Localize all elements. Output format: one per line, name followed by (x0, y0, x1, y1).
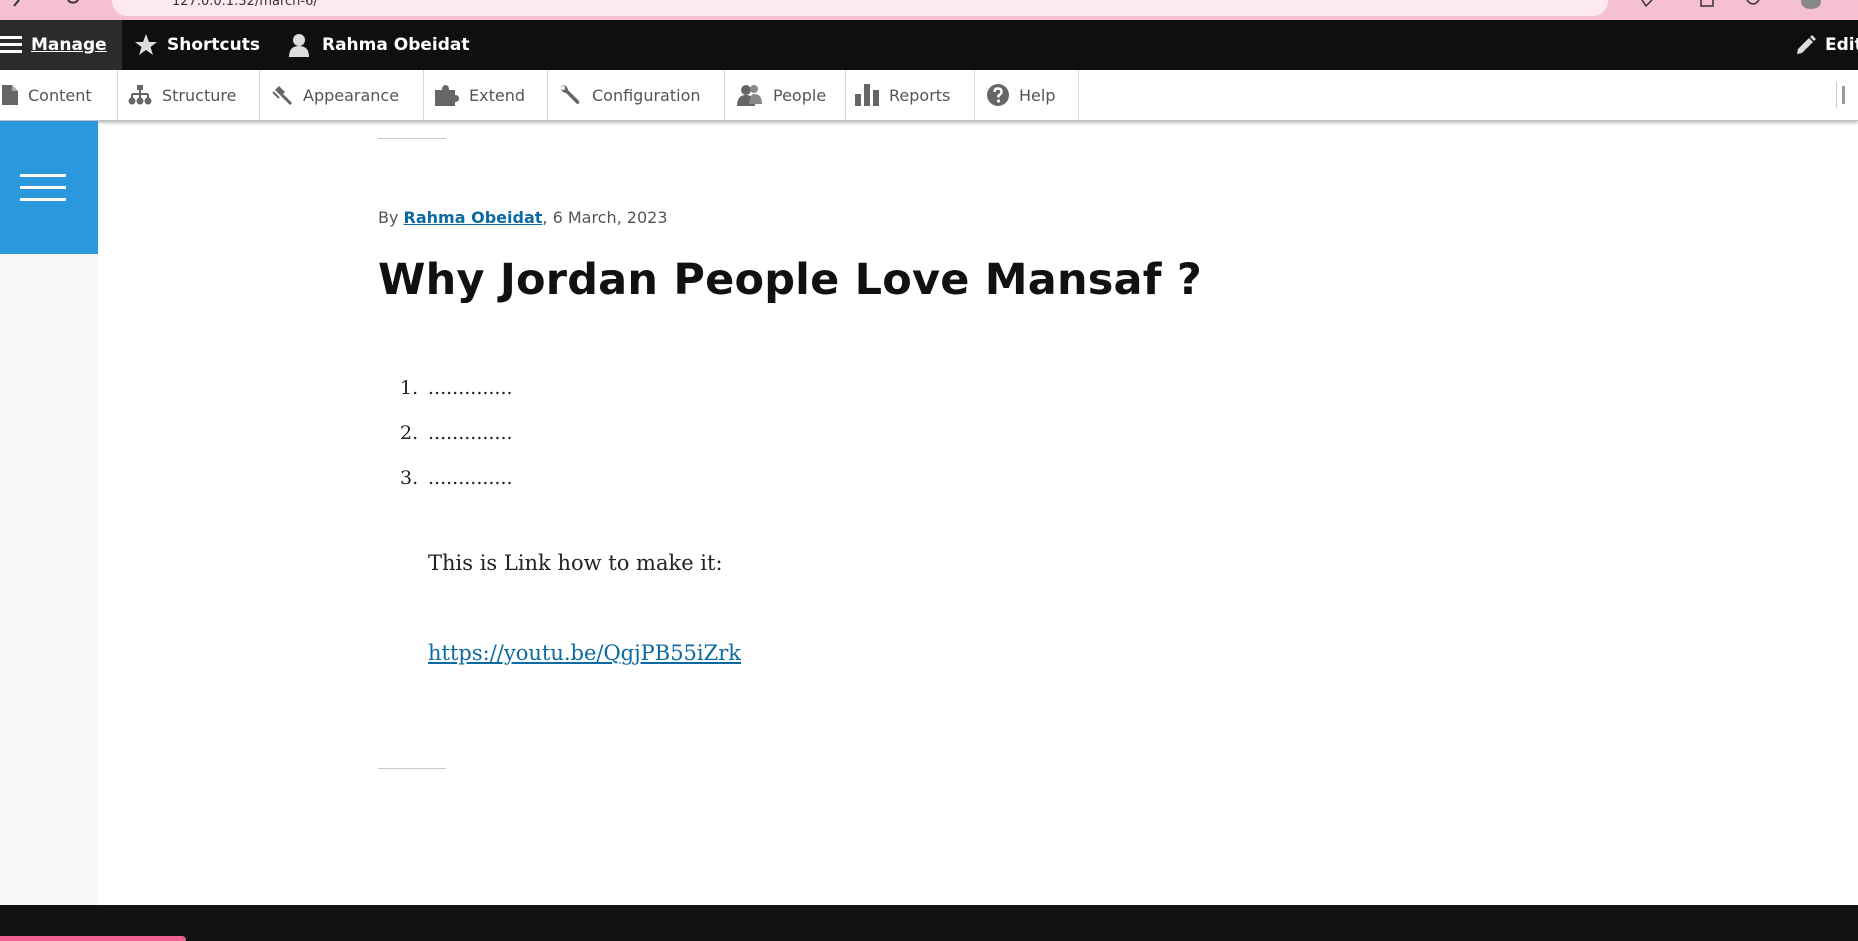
back-icon[interactable] (10, 0, 24, 10)
list-text: .............. (428, 377, 513, 399)
people-icon (737, 85, 762, 106)
tray-item-people[interactable]: People (725, 70, 846, 120)
edit-button[interactable]: Edit (1795, 20, 1858, 70)
address-url[interactable]: 127.0.0.1:32/march-6/ (172, 0, 318, 9)
profile-icon[interactable] (1800, 0, 1822, 10)
list-text: .............. (428, 422, 513, 444)
paintbrush-icon (272, 86, 293, 106)
tray-item-structure[interactable]: Structure (118, 70, 260, 120)
tray-item-extend[interactable]: Extend (424, 70, 548, 120)
list-item: 2............... (400, 415, 513, 460)
tray-item-label: Appearance (303, 85, 400, 105)
video-link[interactable]: https://youtu.be/QgjPB55iZrk (428, 641, 741, 665)
hamburger-line (20, 174, 66, 177)
browser-chrome: 127.0.0.1:32/march-6/ (0, 0, 1858, 20)
help-icon (987, 84, 1009, 106)
page-title: Why Jordan People Love Mansaf ? (378, 255, 1202, 305)
hamburger-line (20, 186, 66, 189)
bottom-divider (378, 768, 446, 769)
favorites-icon[interactable] (1746, 0, 1760, 10)
article-date: , 6 March, 2023 (542, 208, 668, 227)
manage-button[interactable]: Manage (0, 20, 122, 70)
admin-tray: Content Structure Appearance Extend Conf… (0, 70, 1858, 121)
body-paragraph: This is Link how to make it: (428, 551, 723, 575)
progress-accent (0, 936, 186, 941)
tray-item-configuration[interactable]: Configuration (548, 70, 725, 120)
shortcuts-button[interactable]: Shortcuts (134, 20, 260, 70)
tray-item-label: Configuration (592, 85, 701, 105)
tray-item-label: Structure (162, 85, 237, 105)
tray-item-label: People (773, 85, 827, 105)
article-meta: By Rahma Obeidat, 6 March, 2023 (378, 208, 668, 227)
tray-item-content[interactable]: Content (0, 70, 118, 120)
tray-item-appearance[interactable]: Appearance (260, 70, 424, 120)
user-icon (289, 34, 309, 57)
edit-label: Edit (1825, 35, 1858, 55)
sitemap-icon (128, 85, 152, 105)
pencil-icon (1797, 35, 1816, 54)
tray-resize-handle[interactable] (1836, 82, 1845, 108)
hamburger-line (20, 198, 66, 201)
tray-item-help[interactable]: Help (975, 70, 1079, 120)
split-screen-icon[interactable] (1700, 0, 1714, 10)
page-footer (0, 905, 1858, 941)
user-label: Rahma Obeidat (322, 35, 470, 55)
bar-chart-icon (855, 84, 879, 106)
tray-item-label: Content (28, 85, 92, 105)
menu-icon (0, 36, 22, 53)
star-icon (135, 34, 157, 55)
list-item: 1............... (400, 370, 513, 415)
tray-item-label: Reports (889, 85, 951, 105)
list-item: 3............... (400, 460, 513, 505)
tray-item-reports[interactable]: Reports (846, 70, 975, 120)
shortcuts-label: Shortcuts (167, 35, 260, 55)
tray-item-label: Extend (469, 85, 525, 105)
top-divider (378, 138, 446, 139)
reload-icon[interactable] (66, 0, 80, 10)
list-text: .............. (428, 467, 513, 489)
file-icon (2, 85, 18, 105)
admin-toolbar: Manage Shortcuts Rahma Obeidat Edit (0, 20, 1858, 70)
ordered-list: 1............... 2............... 3.....… (400, 370, 513, 505)
user-button[interactable]: Rahma Obeidat (288, 20, 470, 70)
list-number: 2. (400, 422, 419, 444)
meta-by: By (378, 208, 399, 227)
author-link[interactable]: Rahma Obeidat (404, 208, 543, 227)
extensions-icon[interactable] (1640, 0, 1654, 10)
address-bar[interactable]: 127.0.0.1:32/march-6/ (112, 0, 1608, 16)
tray-item-label: Help (1019, 85, 1056, 105)
wrench-icon (560, 85, 580, 104)
puzzle-icon (435, 85, 459, 106)
list-number: 3. (400, 467, 419, 489)
mobile-menu-button[interactable] (0, 121, 98, 254)
list-number: 1. (400, 377, 419, 399)
manage-label: Manage (31, 35, 107, 55)
